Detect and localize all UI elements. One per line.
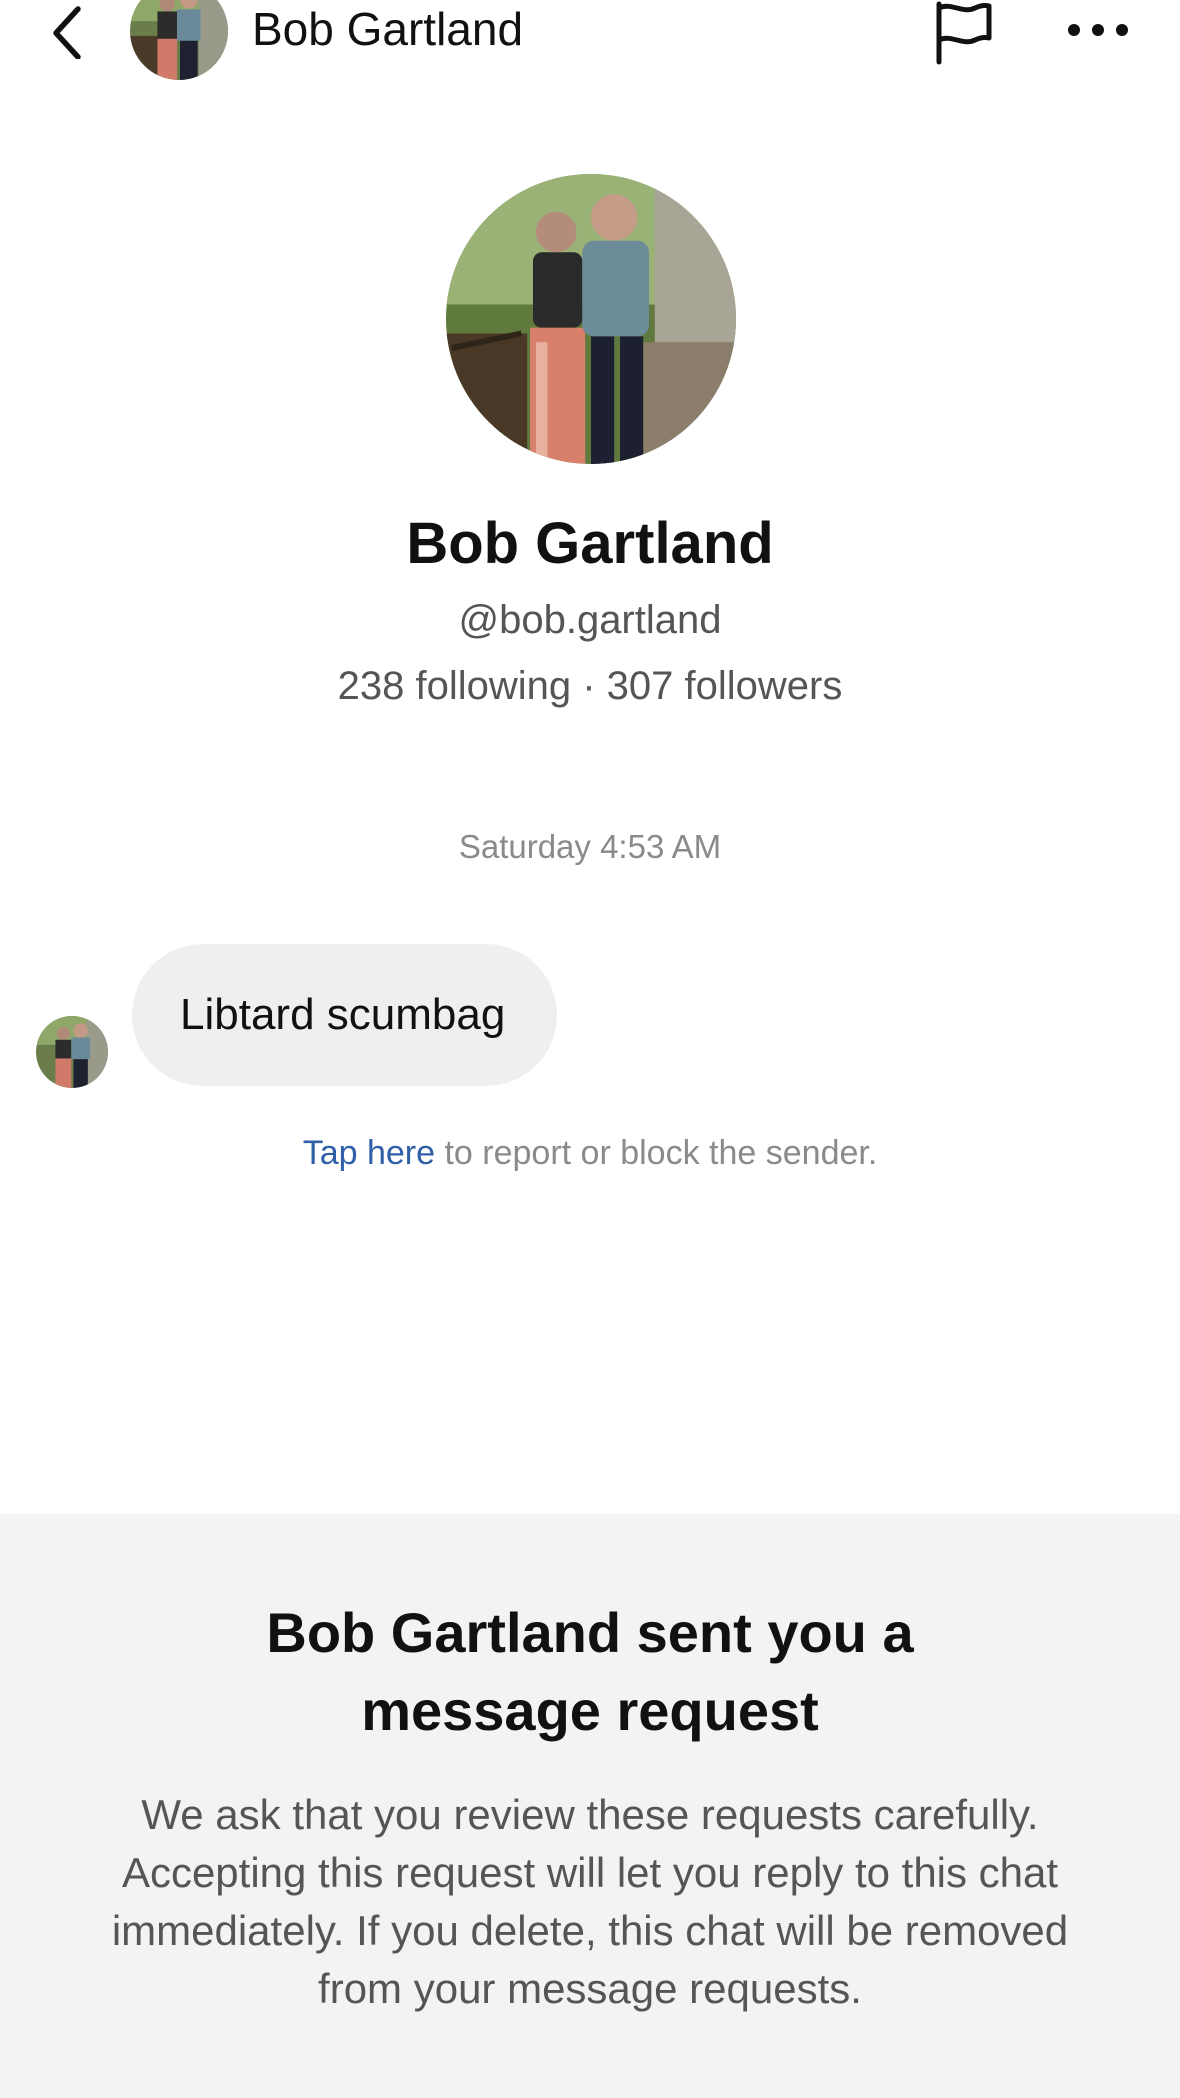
header-avatar[interactable]	[130, 0, 228, 80]
sender-photo	[36, 1016, 108, 1088]
header-title[interactable]: Bob Gartland	[252, 2, 523, 56]
profile-avatar[interactable]	[446, 174, 736, 464]
profile-stats: 238 following · 307 followers	[337, 664, 843, 708]
flag-icon	[936, 1, 992, 65]
profile-photo	[446, 174, 736, 464]
avatar-photo	[130, 0, 228, 80]
report-flag-button[interactable]	[928, 0, 998, 66]
profile-handle: @bob.gartland	[458, 598, 722, 642]
message-timestamp: Saturday 4:53 AM	[458, 828, 722, 865]
ellipsis-horizontal-icon	[1068, 24, 1128, 36]
top-bar: Bob Gartland	[0, 0, 1180, 80]
report-block-text: to report or block the sender.	[435, 1134, 878, 1172]
chevron-left-icon	[53, 6, 81, 59]
sender-avatar[interactable]	[36, 1016, 108, 1088]
tap-here-link[interactable]: Tap here	[303, 1134, 435, 1172]
more-options-button[interactable]	[1058, 0, 1138, 60]
message-bubble[interactable]: Libtard scumbag	[132, 944, 558, 1086]
message-request-panel: Bob Gartland sent you a message request …	[0, 1514, 1180, 2098]
back-button[interactable]	[38, 0, 94, 62]
request-description: We ask that you review these requests ca…	[111, 1791, 1069, 2012]
report-block-notice: Tap here to report or block the sender.	[0, 1134, 1180, 1173]
profile-name: Bob Gartland	[406, 511, 774, 576]
request-title: Bob Gartland sent you a message request	[266, 1601, 914, 1742]
